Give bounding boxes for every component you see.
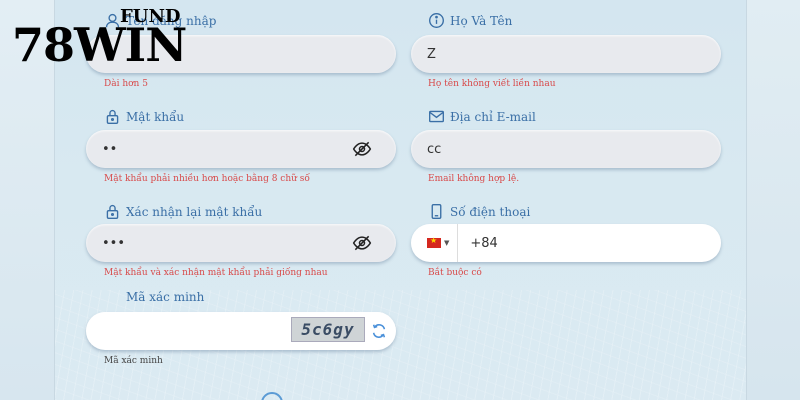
brand-logo: FUND 78WIN bbox=[12, 6, 187, 72]
password-input[interactable]: •• bbox=[86, 130, 396, 168]
right-backdrop bbox=[746, 0, 800, 400]
mobile-icon bbox=[431, 204, 442, 219]
logo-main-text: 78WIN bbox=[12, 18, 187, 72]
eye-slash-icon[interactable] bbox=[352, 139, 372, 159]
fullname-label: Họ Và Tên bbox=[450, 13, 513, 28]
confirm-password-label: Xác nhận lại mật khẩu bbox=[126, 204, 263, 219]
captcha-image: 5c6gy bbox=[291, 317, 365, 342]
email-help: Email không hợp lệ. bbox=[428, 174, 520, 184]
username-help: Dài hơn 5 bbox=[104, 79, 148, 89]
phone-country-code: +84 bbox=[470, 235, 498, 251]
captcha-help: Mã xác minh bbox=[104, 356, 163, 366]
phone-help: Bắt buộc có bbox=[428, 268, 482, 278]
fullname-value: Z bbox=[427, 46, 436, 62]
confirm-password-input[interactable]: ••• bbox=[86, 224, 396, 262]
mail-icon bbox=[429, 110, 444, 123]
email-input[interactable]: cc bbox=[411, 130, 721, 168]
email-label-group: Địa chỉ E-mail bbox=[428, 108, 536, 125]
confirm-password-help: Mật khẩu và xác nhận mật khẩu phải giống… bbox=[104, 268, 328, 278]
vn-flag-icon bbox=[427, 236, 441, 248]
password-value: •• bbox=[102, 141, 118, 157]
refresh-icon[interactable] bbox=[370, 322, 388, 340]
fullname-input[interactable]: Z bbox=[411, 35, 721, 73]
email-value: cc bbox=[427, 141, 442, 157]
eye-slash-icon[interactable] bbox=[352, 233, 372, 253]
fullname-label-group: Họ Và Tên bbox=[428, 12, 512, 29]
lock-icon bbox=[106, 109, 119, 124]
captcha-label-group: Mã xác minh bbox=[126, 290, 204, 304]
fullname-help: Họ tên không viết liền nhau bbox=[428, 79, 556, 89]
password-label-group: Mật khẩu bbox=[104, 108, 184, 125]
confirm-password-value: ••• bbox=[102, 235, 126, 251]
info-icon bbox=[429, 13, 444, 28]
phone-label-group: Số điện thoại bbox=[428, 203, 530, 220]
password-label: Mật khẩu bbox=[126, 109, 185, 124]
password-help: Mật khẩu phải nhiều hơn hoặc bằng 8 chữ … bbox=[104, 174, 310, 184]
country-code-dropdown[interactable]: ▼ bbox=[411, 224, 459, 262]
phone-input[interactable]: ▼ +84 bbox=[411, 224, 721, 262]
confirm-password-label-group: Xác nhận lại mật khẩu bbox=[104, 203, 262, 220]
chevron-down-icon: ▼ bbox=[444, 239, 450, 247]
phone-label: Số điện thoại bbox=[450, 204, 531, 219]
captcha-input[interactable]: 5c6gy bbox=[86, 312, 396, 350]
logo-fund-text: FUND bbox=[120, 6, 181, 27]
captcha-label: Mã xác minh bbox=[126, 290, 205, 304]
lock-icon bbox=[106, 204, 119, 219]
email-label: Địa chỉ E-mail bbox=[450, 109, 536, 124]
